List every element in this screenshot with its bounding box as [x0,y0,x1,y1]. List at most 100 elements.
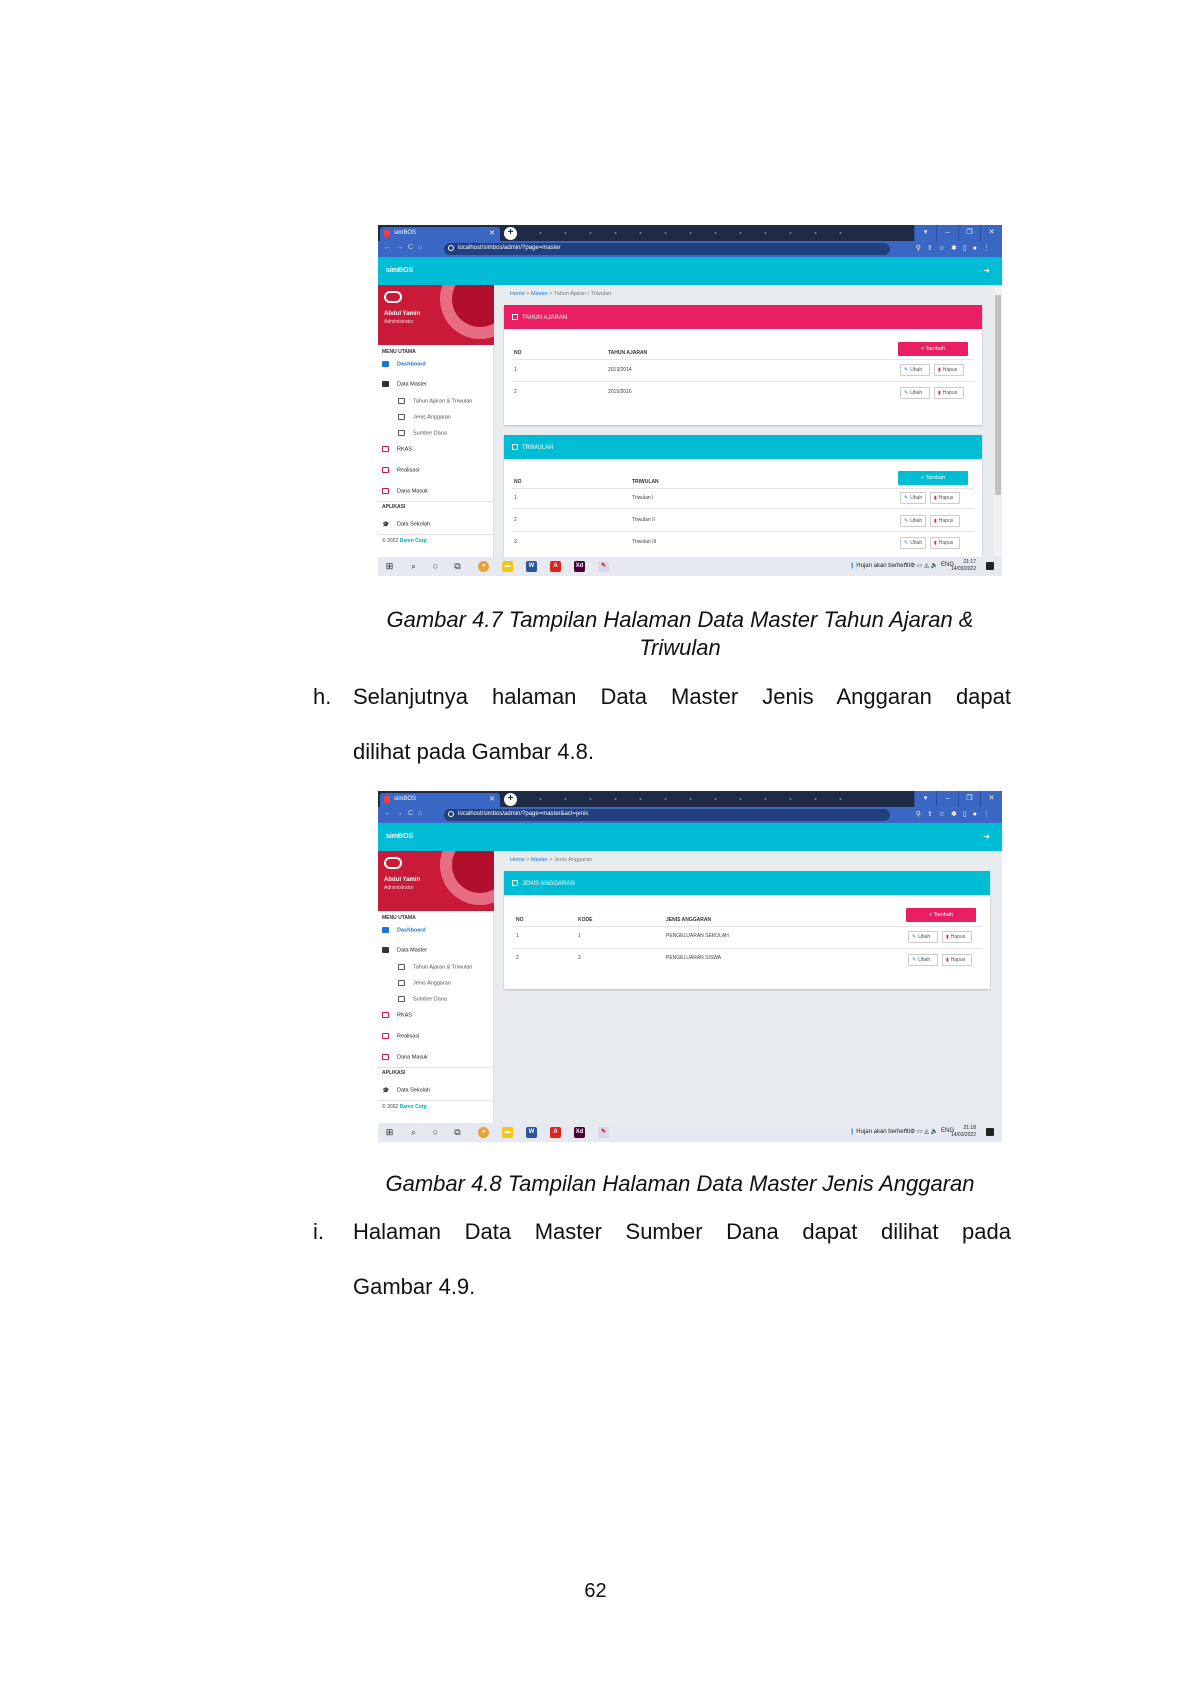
sidebar-item-dashboard[interactable]: Dashboard [382,927,426,933]
copyright-link[interactable]: Daren Corp [400,538,427,544]
delete-button[interactable]: ▮ Hapus [942,931,972,943]
word-icon[interactable]: W [526,561,537,572]
acrobat-icon[interactable]: A [550,1127,561,1138]
delete-button[interactable]: ▮ Hapus [934,364,964,376]
edit-button[interactable]: ✎ Ubah [900,537,926,549]
task-view-icon[interactable]: ⧉ [452,1127,463,1138]
chrome-icon[interactable]: ● [478,1127,489,1138]
add-button[interactable]: + Tambah [906,908,976,922]
logout-icon[interactable]: ➜ [983,266,990,275]
sidebar-item-realisasi[interactable]: Realisasi [382,1033,419,1039]
chrome-icon[interactable]: ● [478,561,489,572]
app-title[interactable]: simBOS [386,833,413,840]
cortana-icon[interactable]: ○ [430,561,441,572]
edit-button[interactable]: ✎ Ubah [908,954,938,966]
browser-tab[interactable]: simBOS ✕ [380,227,500,241]
close-window-button[interactable]: ✕ [980,225,1002,241]
cortana-icon[interactable]: ○ [430,1127,441,1138]
close-icon[interactable]: ✕ [489,229,495,237]
nav-icons[interactable]: ←→C⌂ [384,244,427,251]
sidebar-item-sumber-dana[interactable]: Sumber Dana [398,996,447,1002]
sidebar-item-tahun-ajaran[interactable]: Tahun Ajaran & Triwulan [398,964,472,970]
browser-tab[interactable]: simBOS ✕ [380,793,500,807]
nav-icons[interactable]: ←→C⌂ [384,810,427,817]
word-icon[interactable]: W [526,1127,537,1138]
breadcrumb-master[interactable]: Master [531,291,548,297]
weather-widget[interactable]: ❙ Hujan akan berhenti [850,562,910,569]
edit-button[interactable]: ✎ Ubah [900,387,930,399]
sidebar-item-realisasi[interactable]: Realisasi [382,467,419,473]
paint-icon[interactable]: ✎ [598,561,609,572]
minimize-button[interactable]: – [936,791,958,807]
sidebar-item-rkas[interactable]: RKAS [382,446,412,452]
breadcrumb-home[interactable]: Home [510,291,525,297]
maximize-button[interactable]: ❐ [958,791,980,807]
add-button[interactable]: + Tambah [898,342,968,356]
edit-button[interactable]: ✎ Ubah [900,515,926,527]
task-view-icon[interactable]: ⧉ [452,561,463,572]
sidebar-item-data-master[interactable]: Data Master [382,947,427,953]
info-icon[interactable] [448,811,454,817]
clock[interactable]: 21:17 14/03/2022 [951,559,976,573]
adobe-xd-icon[interactable]: Xd [574,1127,585,1138]
sidebar-item-label: Sumber Dana [413,430,447,437]
tab-search-button[interactable]: ▾ [914,791,936,807]
delete-button[interactable]: ▮ Hapus [934,387,964,399]
column-header: KODE [578,917,593,923]
url-input[interactable]: localhost/simbos/admin/?page=master [444,243,890,255]
logout-icon[interactable]: ➜ [983,832,990,841]
breadcrumb-home[interactable]: Home [510,857,525,863]
sidebar-item-jenis-anggaran[interactable]: Jenis Anggaran [398,414,451,420]
paint-icon[interactable]: ✎ [598,1127,609,1138]
system-tray-icons[interactable]: ⌃ ⚙ ▭ ◬ 🔈 [903,562,938,569]
delete-button[interactable]: ▮ Hapus [942,954,972,966]
edit-button[interactable]: ✎ Ubah [908,931,938,943]
sidebar-item-data-sekolah[interactable]: 🎓 Data Sekolah [382,1087,430,1094]
sidebar-item-rkas[interactable]: RKAS [382,1012,412,1018]
info-icon[interactable] [448,245,454,251]
windows-start-icon[interactable]: ⊞ [384,1127,395,1138]
sidebar-item-data-sekolah[interactable]: 🎓 Data Sekolah [382,521,430,528]
delete-button[interactable]: ▮ Hapus [930,515,960,527]
notification-icon[interactable] [986,562,994,570]
breadcrumb-master[interactable]: Master [531,857,548,863]
delete-button[interactable]: ▮ Hapus [930,492,960,504]
sidebar-item-jenis-anggaran[interactable]: Jenis Anggaran [398,980,451,986]
scrollbar[interactable] [994,285,1002,557]
url-input[interactable]: localhost/simbos/admin/?page=master&act=… [444,809,890,821]
weather-widget[interactable]: ❙ Hujan akan berhenti [850,1128,910,1135]
sidebar-item-dashboard[interactable]: Dashboard [382,361,426,367]
system-tray-icons[interactable]: ⌃ ⚙ ▭ ◬ 🔈 [903,1128,938,1135]
search-icon[interactable]: ⌕ [408,561,419,572]
delete-button[interactable]: ▮ Hapus [930,537,960,549]
minimize-button[interactable]: – [936,225,958,241]
scrollbar-thumb[interactable] [995,295,1001,495]
sidebar-item-data-master[interactable]: Data Master [382,381,427,387]
close-icon[interactable]: ✕ [489,795,495,803]
acrobat-icon[interactable]: A [550,561,561,572]
copyright-link[interactable]: Daren Corp [400,1104,427,1110]
clock[interactable]: 21:18 14/03/2022 [951,1125,976,1139]
sidebar-item-dana-masuk[interactable]: Dana Masuk [382,1054,428,1060]
adobe-xd-icon[interactable]: Xd [574,561,585,572]
new-tab-button[interactable]: + [504,793,517,806]
search-icon[interactable]: ⌕ [408,1127,419,1138]
trash-icon: ▮ [934,495,937,501]
notification-icon[interactable] [986,1128,994,1136]
edit-button[interactable]: ✎ Ubah [900,492,926,504]
app-title[interactable]: simBOS [386,267,413,274]
add-button[interactable]: + Tambah [898,471,968,485]
browser-toolbar-icons[interactable]: ⚲⇪☆✱▯●⋮ [916,810,996,818]
new-tab-button[interactable]: + [504,227,517,240]
sidebar-item-sumber-dana[interactable]: Sumber Dana [398,430,447,436]
tab-search-button[interactable]: ▾ [914,225,936,241]
close-window-button[interactable]: ✕ [980,791,1002,807]
sidebar-item-dana-masuk[interactable]: Dana Masuk [382,488,428,494]
file-explorer-icon[interactable]: ▬ [502,561,513,572]
browser-toolbar-icons[interactable]: ⚲⇪☆✱▯●⋮ [916,244,996,252]
windows-start-icon[interactable]: ⊞ [384,561,395,572]
edit-button[interactable]: ✎ Ubah [900,364,930,376]
maximize-button[interactable]: ❐ [958,225,980,241]
sidebar-item-tahun-ajaran[interactable]: Tahun Ajaran & Triwulan [398,398,472,404]
file-explorer-icon[interactable]: ▬ [502,1127,513,1138]
